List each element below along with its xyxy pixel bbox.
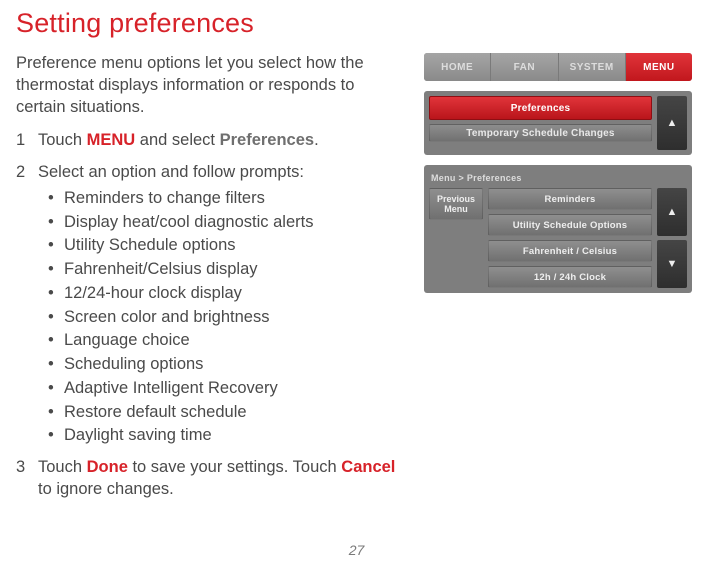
scroll-up-button[interactable]: ▲ bbox=[657, 96, 687, 150]
option-item: 12/24-hour clock display bbox=[38, 283, 406, 305]
pref-reminders[interactable]: Reminders bbox=[488, 188, 652, 210]
intro-text: Preference menu options let you select h… bbox=[16, 53, 406, 118]
option-item: Daylight saving time bbox=[38, 425, 406, 447]
nav-home[interactable]: HOME bbox=[424, 53, 491, 81]
thermostat-nav: HOME FAN SYSTEM MENU bbox=[424, 53, 692, 81]
pref-fahrenheit-celsius[interactable]: Fahrenheit / Celsius bbox=[488, 240, 652, 262]
step3-cancel: Cancel bbox=[341, 458, 395, 476]
step1-part-c: . bbox=[314, 131, 319, 149]
step-2: Select an option and follow prompts: Rem… bbox=[16, 162, 406, 447]
option-item: Screen color and brightness bbox=[38, 307, 406, 329]
step3-part-c: to ignore changes. bbox=[38, 480, 174, 498]
step1-part-b: and select bbox=[135, 131, 219, 149]
nav-menu[interactable]: MENU bbox=[626, 53, 692, 81]
option-item: Adaptive Intelligent Recovery bbox=[38, 378, 406, 400]
page-title: Setting preferences bbox=[16, 8, 697, 39]
previous-menu-button[interactable]: PreviousMenu bbox=[429, 188, 483, 220]
step-3: Touch Done to save your settings. Touch … bbox=[16, 457, 406, 501]
step1-menu: MENU bbox=[87, 131, 136, 149]
chevron-up-icon: ▲ bbox=[667, 117, 678, 129]
step1-preferences: Preferences bbox=[220, 131, 314, 149]
scroll-up-button[interactable]: ▲ bbox=[657, 188, 687, 236]
prev-line2: Menu bbox=[444, 204, 468, 214]
preferences-panel: Menu > Preferences PreviousMenu Reminder… bbox=[424, 165, 692, 293]
nav-fan[interactable]: FAN bbox=[491, 53, 558, 81]
step3-part-a: Touch bbox=[38, 458, 87, 476]
pref-utility-schedule[interactable]: Utility Schedule Options bbox=[488, 214, 652, 236]
breadcrumb: Menu > Preferences bbox=[429, 170, 687, 188]
menu-item-temp-schedule[interactable]: Temporary Schedule Changes bbox=[429, 124, 652, 142]
thermostat-column: HOME FAN SYSTEM MENU Preferences Tempora… bbox=[424, 53, 697, 511]
pref-clock-format[interactable]: 12h / 24h Clock bbox=[488, 266, 652, 288]
prev-line1: Previous bbox=[437, 194, 475, 204]
menu-panel: Preferences Temporary Schedule Changes ▲ bbox=[424, 91, 692, 155]
step1-part-a: Touch bbox=[38, 131, 87, 149]
option-item: Fahrenheit/Celsius display bbox=[38, 259, 406, 281]
option-item: Language choice bbox=[38, 330, 406, 352]
option-item: Display heat/cool diagnostic alerts bbox=[38, 212, 406, 234]
step-1: Touch MENU and select Preferences. bbox=[16, 130, 406, 152]
step3-part-b: to save your settings. Touch bbox=[128, 458, 341, 476]
step2-lead: Select an option and follow prompts: bbox=[38, 163, 304, 181]
option-item: Restore default schedule bbox=[38, 402, 406, 424]
scroll-down-button[interactable]: ▼ bbox=[657, 240, 687, 288]
chevron-down-icon: ▼ bbox=[667, 258, 678, 270]
option-item: Scheduling options bbox=[38, 354, 406, 376]
option-item: Reminders to change filters bbox=[38, 188, 406, 210]
menu-item-preferences[interactable]: Preferences bbox=[429, 96, 652, 120]
chevron-up-icon: ▲ bbox=[667, 206, 678, 218]
nav-system[interactable]: SYSTEM bbox=[559, 53, 626, 81]
page-number: 27 bbox=[349, 542, 365, 558]
instruction-column: Preference menu options let you select h… bbox=[16, 53, 406, 511]
option-item: Utility Schedule options bbox=[38, 235, 406, 257]
step3-done: Done bbox=[87, 458, 128, 476]
